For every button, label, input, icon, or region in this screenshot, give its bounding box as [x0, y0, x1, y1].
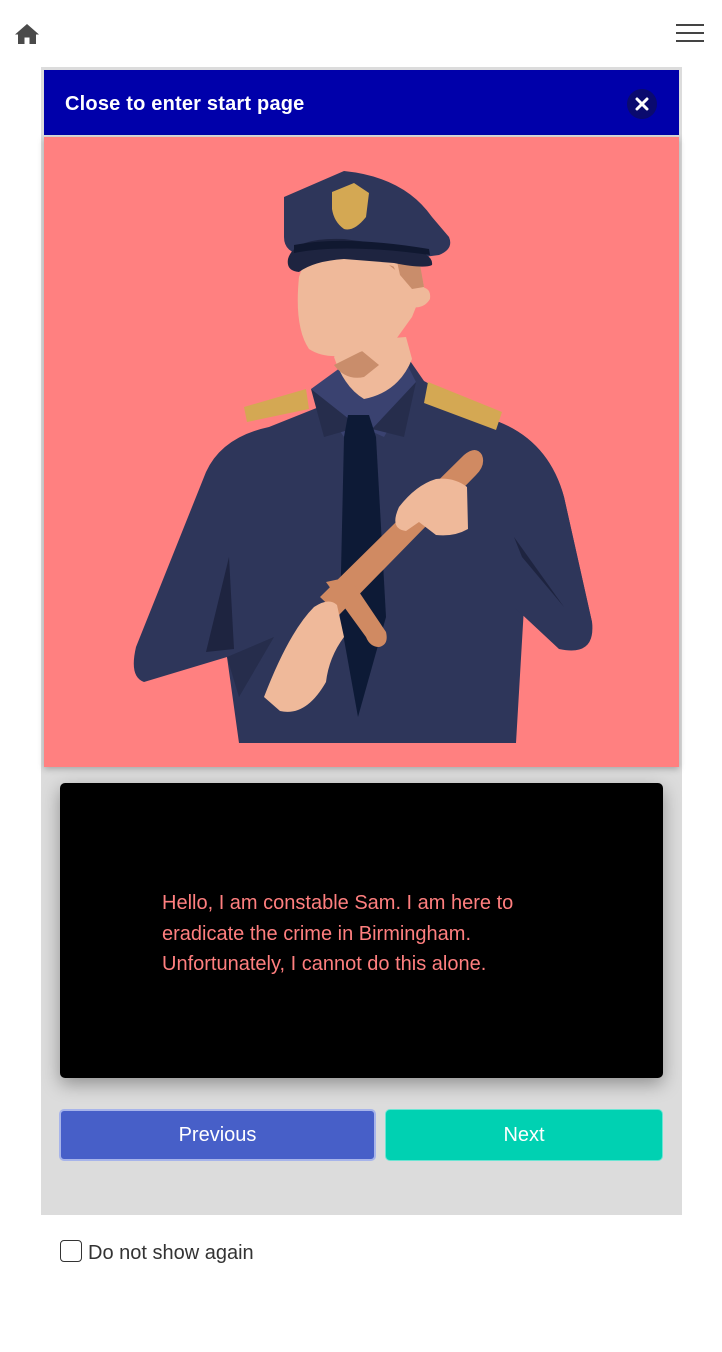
home-icon[interactable] — [14, 22, 40, 46]
dialogue-text: Hello, I am constable Sam. I am here to … — [162, 892, 514, 975]
modal-title: Close to enter start page — [65, 93, 305, 115]
close-icon — [635, 97, 649, 111]
do-not-show-again-row: Do not show again — [60, 1237, 254, 1265]
do-not-show-again-label[interactable]: Do not show again — [88, 1242, 254, 1265]
intro-modal: Close to enter start page Hello, I am co… — [41, 67, 682, 1215]
do-not-show-again-checkbox[interactable] — [60, 1240, 82, 1262]
dialogue-box: Hello, I am constable Sam. I am here to … — [60, 783, 663, 1078]
close-button[interactable] — [627, 89, 657, 119]
top-bar — [0, 0, 722, 64]
next-button[interactable]: Next — [385, 1109, 663, 1161]
police-officer-illustration — [44, 137, 679, 767]
previous-button[interactable]: Previous — [59, 1109, 376, 1161]
hamburger-menu-icon[interactable] — [674, 20, 706, 46]
modal-header: Close to enter start page — [44, 70, 679, 135]
